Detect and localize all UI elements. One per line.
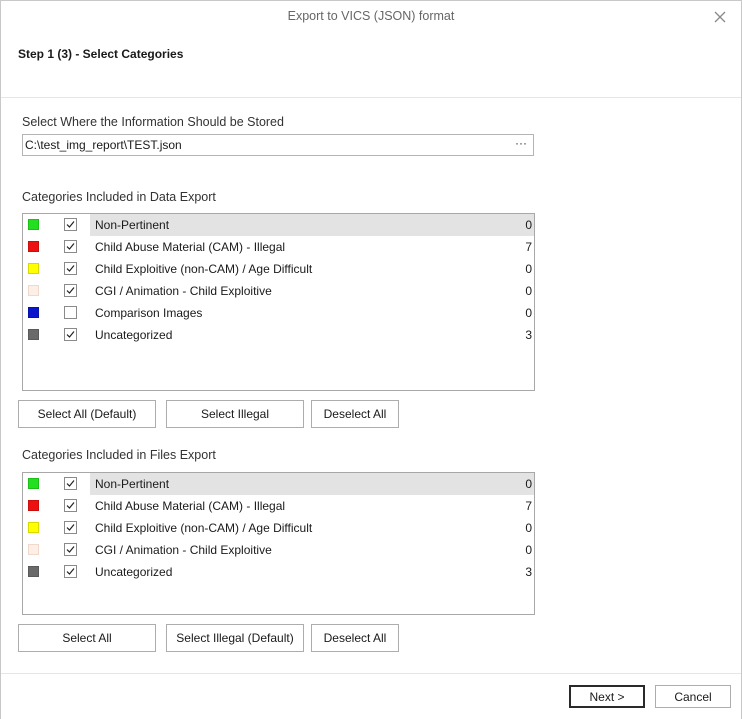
- list-item[interactable]: CGI / Animation - Child Exploitive 0: [23, 280, 534, 302]
- category-checkbox[interactable]: [64, 284, 77, 297]
- category-label: Child Exploitive (non-CAM) / Age Difficu…: [95, 521, 313, 535]
- data-export-list[interactable]: Non-Pertinent 0 Child Abuse Material (CAM)…: [22, 213, 535, 391]
- category-checkbox[interactable]: [64, 477, 77, 490]
- category-count: 0: [525, 284, 532, 298]
- category-label: Child Abuse Material (CAM) - Illegal: [95, 499, 286, 513]
- data-export-label: Categories Included in Data Export: [22, 190, 216, 204]
- color-swatch: [28, 219, 39, 230]
- close-icon[interactable]: [713, 10, 727, 24]
- category-label: Non-Pertinent: [95, 477, 170, 491]
- files-deselect-all-button[interactable]: Deselect All: [311, 624, 399, 652]
- category-count: 7: [525, 240, 532, 254]
- data-deselect-all-button[interactable]: Deselect All: [311, 400, 399, 428]
- category-checkbox[interactable]: [64, 543, 77, 556]
- color-swatch: [28, 263, 39, 274]
- color-swatch: [28, 544, 39, 555]
- list-item[interactable]: Child Abuse Material (CAM) - Illegal 7: [23, 495, 534, 517]
- list-item[interactable]: Uncategorized 3: [23, 324, 534, 346]
- color-swatch: [28, 285, 39, 296]
- category-count: 0: [525, 218, 532, 232]
- category-label: Uncategorized: [95, 565, 173, 579]
- path-input[interactable]: [25, 136, 505, 154]
- data-select-all-button[interactable]: Select All (Default): [18, 400, 156, 428]
- list-item[interactable]: Child Abuse Material (CAM) - Illegal 7: [23, 236, 534, 258]
- category-count: 3: [525, 565, 532, 579]
- category-count: 0: [525, 262, 532, 276]
- cancel-button[interactable]: Cancel: [655, 685, 731, 708]
- category-checkbox[interactable]: [64, 240, 77, 253]
- category-count: 0: [525, 477, 532, 491]
- category-checkbox[interactable]: [64, 306, 77, 319]
- category-label: Non-Pertinent: [95, 218, 170, 232]
- category-label: CGI / Animation - Child Exploitive: [95, 284, 272, 298]
- browse-button[interactable]: ···: [510, 136, 532, 154]
- step-title: Step 1 (3) - Select Categories: [18, 47, 184, 61]
- category-count: 3: [525, 328, 532, 342]
- list-item[interactable]: Comparison Images 0: [23, 302, 534, 324]
- step-header: Step 1 (3) - Select Categories: [1, 33, 741, 98]
- files-export-list[interactable]: Non-Pertinent 0 Child Abuse Material (CAM)…: [22, 472, 535, 615]
- files-export-label: Categories Included in Files Export: [22, 448, 216, 462]
- list-item[interactable]: Non-Pertinent 0: [23, 473, 534, 495]
- category-label: Child Exploitive (non-CAM) / Age Difficu…: [95, 262, 313, 276]
- category-checkbox[interactable]: [64, 521, 77, 534]
- category-label: Child Abuse Material (CAM) - Illegal: [95, 240, 286, 254]
- category-checkbox[interactable]: [64, 328, 77, 341]
- color-swatch: [28, 241, 39, 252]
- list-item[interactable]: Child Exploitive (non-CAM) / Age Difficu…: [23, 517, 534, 539]
- list-item[interactable]: Child Exploitive (non-CAM) / Age Difficu…: [23, 258, 534, 280]
- color-swatch: [28, 329, 39, 340]
- category-label: Comparison Images: [95, 306, 203, 320]
- export-dialog: Export to VICS (JSON) format Step 1 (3) …: [0, 0, 742, 719]
- color-swatch: [28, 566, 39, 577]
- category-checkbox[interactable]: [64, 499, 77, 512]
- dialog-footer: Next > Cancel: [1, 673, 741, 719]
- color-swatch: [28, 307, 39, 318]
- list-item[interactable]: Uncategorized 3: [23, 561, 534, 583]
- category-count: 0: [525, 306, 532, 320]
- color-swatch: [28, 522, 39, 533]
- category-count: 7: [525, 499, 532, 513]
- category-count: 0: [525, 521, 532, 535]
- category-checkbox[interactable]: [64, 262, 77, 275]
- category-label: CGI / Animation - Child Exploitive: [95, 543, 272, 557]
- path-field: ···: [22, 134, 534, 156]
- color-swatch: [28, 478, 39, 489]
- title-bar: Export to VICS (JSON) format: [1, 1, 741, 33]
- category-checkbox[interactable]: [64, 218, 77, 231]
- category-checkbox[interactable]: [64, 565, 77, 578]
- files-select-all-button[interactable]: Select All: [18, 624, 156, 652]
- storage-label: Select Where the Information Should be S…: [22, 115, 284, 129]
- dialog-title: Export to VICS (JSON) format: [287, 9, 455, 23]
- dialog-body: Select Where the Information Should be S…: [1, 98, 741, 673]
- list-item[interactable]: CGI / Animation - Child Exploitive 0: [23, 539, 534, 561]
- next-button[interactable]: Next >: [569, 685, 645, 708]
- list-item[interactable]: Non-Pertinent 0: [23, 214, 534, 236]
- data-select-illegal-button[interactable]: Select Illegal: [166, 400, 304, 428]
- category-label: Uncategorized: [95, 328, 173, 342]
- files-select-illegal-button[interactable]: Select Illegal (Default): [166, 624, 304, 652]
- color-swatch: [28, 500, 39, 511]
- category-count: 0: [525, 543, 532, 557]
